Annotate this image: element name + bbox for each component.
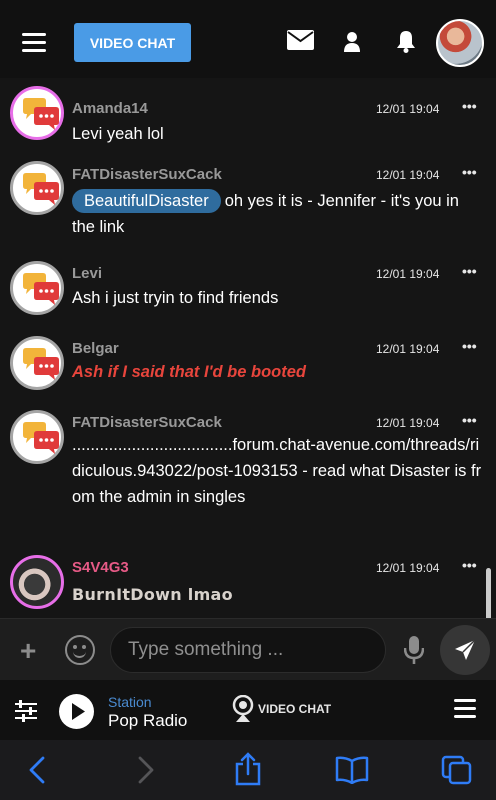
chat-bubbles-icon [23, 422, 59, 454]
message-text: Ash if I said that I'd be booted [72, 363, 307, 381]
message-options-icon[interactable]: ••• [462, 338, 477, 354]
message-options-icon[interactable]: ••• [462, 412, 477, 428]
menu-icon[interactable] [454, 699, 476, 718]
plus-icon[interactable]: + [20, 635, 36, 667]
browser-toolbar [0, 740, 496, 800]
message-username[interactable]: S4V4G3 [72, 559, 129, 576]
message-timestamp: 12/01 19:04 [376, 416, 440, 430]
send-button[interactable] [440, 625, 490, 675]
message-username[interactable]: FATDisasterSuxCack [72, 414, 222, 431]
play-icon [72, 703, 85, 720]
message-username[interactable]: FATDisasterSuxCack [72, 166, 222, 183]
station-name[interactable]: Pop Radio [108, 711, 187, 731]
avatar[interactable] [10, 336, 64, 390]
bookmarks-icon[interactable] [335, 756, 369, 789]
message-text: Ash i just tryin to find friends [72, 289, 279, 307]
forward-icon[interactable] [137, 756, 155, 789]
message-text: Levi yeah lol [72, 125, 164, 143]
chat-bubbles-icon [23, 173, 59, 205]
message-composer: + Type something ... [0, 618, 496, 680]
avatar[interactable] [10, 161, 64, 215]
back-icon[interactable] [28, 756, 46, 789]
message-timestamp: 12/01 19:04 [376, 267, 440, 281]
message-text: BeautifulDisaster oh yes it is - Jennifer… [72, 188, 484, 240]
message-timestamp: 12/01 19:04 [376, 168, 440, 182]
station-label: Station [108, 694, 152, 710]
share-icon[interactable] [234, 752, 262, 791]
profile-avatar[interactable] [436, 19, 484, 67]
message-options-icon[interactable]: ••• [462, 557, 477, 573]
chat-messages[interactable]: Amanda14 12/01 19:04 ••• Levi yeah lol F… [0, 78, 496, 618]
play-button[interactable] [59, 694, 94, 729]
message-text: ...................................forum… [72, 436, 482, 506]
avatar[interactable] [10, 86, 64, 140]
chat-bubbles-icon [23, 348, 59, 380]
video-chat-link[interactable]: VIDEO CHAT [258, 702, 331, 716]
tabs-icon[interactable] [441, 755, 473, 790]
chat-bubbles-icon [23, 273, 59, 305]
mail-icon[interactable] [287, 30, 314, 55]
equalizer-icon[interactable] [14, 700, 38, 727]
emoji-icon[interactable] [65, 635, 95, 665]
chat-scrollbar[interactable] [486, 568, 491, 618]
message-timestamp: 12/01 19:04 [376, 102, 440, 116]
message-options-icon[interactable]: ••• [462, 164, 477, 180]
menu-icon[interactable] [22, 33, 46, 53]
message-username[interactable]: Belgar [72, 340, 119, 357]
user-icon[interactable] [344, 32, 360, 57]
user-mention[interactable]: BeautifulDisaster [72, 189, 221, 213]
top-header: VIDEO CHAT [0, 0, 496, 78]
avatar[interactable] [10, 555, 64, 609]
video-chat-button[interactable]: VIDEO CHAT [74, 23, 191, 62]
message-username[interactable]: Amanda14 [72, 100, 148, 117]
message-text: BurnItDown lmao [72, 585, 233, 604]
chat-bubbles-icon [23, 98, 59, 130]
bell-icon[interactable] [396, 30, 416, 58]
message-username[interactable]: Levi [72, 265, 102, 282]
message-options-icon[interactable]: ••• [462, 98, 477, 114]
message-options-icon[interactable]: ••• [462, 263, 477, 279]
webcam-icon[interactable] [232, 694, 254, 728]
message-timestamp: 12/01 19:04 [376, 342, 440, 356]
avatar[interactable] [10, 410, 64, 464]
avatar[interactable] [10, 261, 64, 315]
mic-icon[interactable] [403, 635, 425, 670]
message-timestamp: 12/01 19:04 [376, 561, 440, 575]
send-icon [455, 639, 476, 660]
message-input[interactable]: Type something ... [110, 627, 386, 673]
